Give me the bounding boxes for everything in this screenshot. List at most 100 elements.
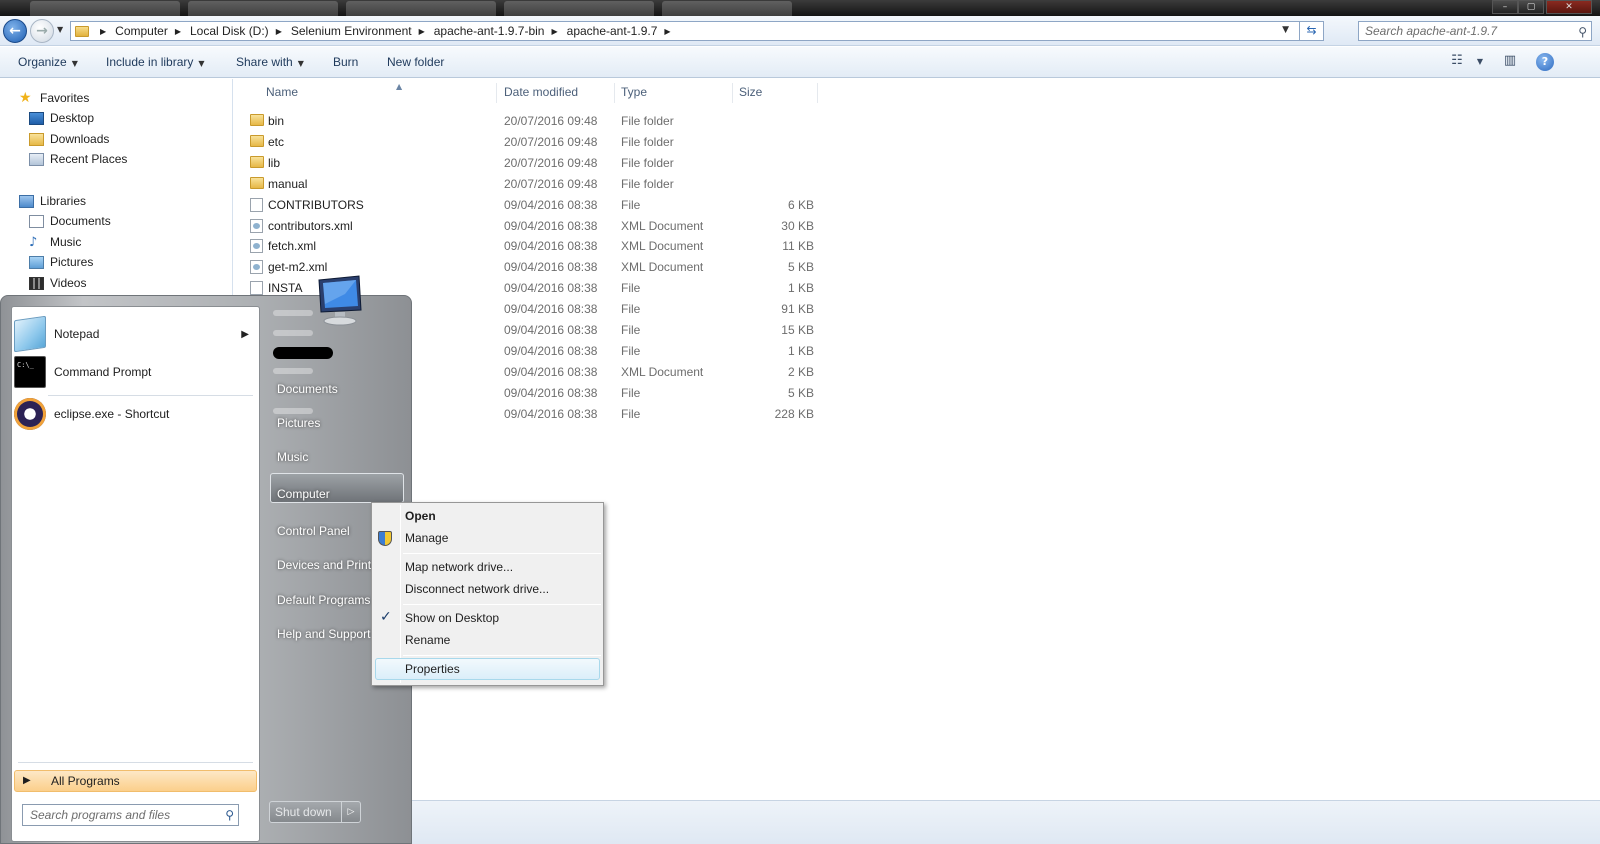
- column-divider[interactable]: [732, 83, 733, 103]
- breadcrumb-separator-icon[interactable]: ▶: [664, 27, 670, 36]
- breadcrumb-selenium-environment[interactable]: Selenium Environment: [291, 24, 412, 38]
- column-header-size[interactable]: Size: [739, 85, 762, 107]
- organize-button[interactable]: Organize ▼: [18, 55, 78, 69]
- all-programs-button[interactable]: ▶ All Programs: [14, 770, 257, 792]
- maximize-button[interactable]: ▢: [1518, 0, 1544, 14]
- chevron-down-icon[interactable]: ▼: [1469, 57, 1491, 75]
- right-help-support[interactable]: Help and Support: [277, 627, 370, 641]
- right-computer[interactable]: Computer: [277, 487, 330, 501]
- nav-pictures[interactable]: Pictures: [29, 255, 93, 269]
- address-bar[interactable]: ▶ Computer ▶ Local Disk (D:) ▶ Selenium …: [70, 21, 1324, 41]
- background-tab: [30, 1, 180, 16]
- file-type: File: [621, 302, 641, 317]
- nav-favorites[interactable]: ★ Favorites: [19, 91, 89, 106]
- file-row[interactable]: etc 20/07/2016 09:48 File folder: [234, 132, 834, 152]
- eclipse-icon: [14, 398, 46, 430]
- program-command-prompt[interactable]: C:\_ Command Prompt: [12, 354, 259, 390]
- all-programs-label: All Programs: [51, 774, 120, 788]
- uac-shield-icon: [378, 531, 392, 546]
- right-documents[interactable]: Documents: [277, 382, 338, 396]
- column-divider[interactable]: [817, 83, 818, 103]
- program-command-prompt-label: Command Prompt: [54, 365, 152, 379]
- nav-music[interactable]: ♪ Music: [29, 235, 81, 249]
- breadcrumb-local-disk[interactable]: Local Disk (D:): [190, 24, 269, 38]
- column-divider[interactable]: [614, 83, 615, 103]
- right-default-programs[interactable]: Default Programs: [277, 593, 370, 607]
- file-row[interactable]: contributors.xml 09/04/2016 08:38 XML Docu…: [234, 216, 834, 236]
- context-menu: Open Manage Map network drive... Disconn…: [371, 502, 604, 686]
- nav-recent-places[interactable]: Recent Places: [29, 152, 127, 166]
- file-date: 09/04/2016 08:38: [504, 302, 598, 317]
- back-arrow-icon[interactable]: ←: [3, 19, 27, 43]
- context-item-open[interactable]: Open: [405, 509, 436, 523]
- breadcrumb-separator-icon[interactable]: ▶: [175, 27, 181, 36]
- window-title-bar: – ▢ ✕: [0, 0, 1600, 16]
- context-item-rename[interactable]: Rename: [405, 633, 450, 647]
- breadcrumb-apache-ant[interactable]: apache-ant-1.9.7: [567, 24, 658, 38]
- view-options-icon[interactable]: ☷: [1446, 53, 1468, 71]
- search-icon[interactable]: ⚲: [1578, 23, 1587, 41]
- recent-pages-dropdown-icon[interactable]: ▼: [57, 25, 63, 34]
- search-icon[interactable]: ⚲: [225, 805, 234, 825]
- file-date: 09/04/2016 08:38: [504, 218, 598, 233]
- forward-arrow-icon[interactable]: →: [30, 19, 54, 43]
- breadcrumb-separator-icon[interactable]: ▶: [100, 27, 106, 36]
- right-devices-printers[interactable]: Devices and Printe: [277, 558, 378, 572]
- preview-pane-icon[interactable]: ▥: [1499, 53, 1521, 71]
- close-button[interactable]: ✕: [1546, 0, 1592, 14]
- right-pictures[interactable]: Pictures: [277, 416, 320, 430]
- start-search-input[interactable]: Search programs and files ⚲: [22, 804, 239, 826]
- context-separator: [403, 604, 601, 605]
- nav-libraries[interactable]: Libraries: [19, 194, 86, 208]
- column-header-name[interactable]: Name ▲: [266, 82, 402, 107]
- file-type: XML Document: [621, 218, 704, 233]
- context-item-show-on-desktop[interactable]: Show on Desktop: [405, 611, 499, 625]
- column-header-date[interactable]: Date modified: [504, 85, 578, 107]
- address-dropdown-icon[interactable]: ▼: [1282, 25, 1289, 35]
- file-date: 20/07/2016 09:48: [504, 155, 598, 170]
- right-music[interactable]: Music: [277, 450, 308, 464]
- nav-documents[interactable]: Documents: [29, 214, 111, 228]
- right-control-panel[interactable]: Control Panel: [277, 524, 350, 538]
- sort-ascending-icon: ▲: [396, 82, 403, 91]
- context-item-manage[interactable]: Manage: [405, 531, 448, 545]
- file-name: manual: [268, 176, 308, 191]
- file-row[interactable]: manual 20/07/2016 09:48 File folder: [234, 174, 834, 194]
- breadcrumb-separator-icon[interactable]: ▶: [276, 27, 282, 36]
- xml-file-icon: [250, 260, 263, 275]
- context-item-properties[interactable]: Properties: [405, 662, 460, 676]
- nav-videos[interactable]: Videos: [29, 276, 86, 290]
- jumplist-arrow-icon[interactable]: ▶: [241, 329, 249, 340]
- file-row[interactable]: lib 20/07/2016 09:48 File folder: [234, 153, 834, 173]
- search-input[interactable]: Search apache-ant-1.9.7 ⚲: [1358, 21, 1592, 41]
- nav-desktop[interactable]: Desktop: [29, 111, 94, 125]
- breadcrumb-separator-icon[interactable]: ▶: [419, 27, 425, 36]
- breadcrumb-apache-ant-bin[interactable]: apache-ant-1.9.7-bin: [434, 24, 545, 38]
- new-folder-button[interactable]: New folder: [387, 55, 444, 69]
- context-item-disconnect-network-drive[interactable]: Disconnect network drive...: [405, 582, 549, 596]
- breadcrumb-computer[interactable]: Computer: [115, 24, 168, 38]
- shutdown-button[interactable]: Shut down: [269, 801, 349, 823]
- help-icon[interactable]: ?: [1536, 53, 1554, 71]
- nav-downloads[interactable]: Downloads: [29, 132, 109, 146]
- program-notepad[interactable]: Notepad ▶: [12, 315, 259, 353]
- search-placeholder: Search apache-ant-1.9.7: [1365, 24, 1498, 38]
- column-divider[interactable]: [496, 83, 497, 103]
- include-in-library-button[interactable]: Include in library ▼: [106, 55, 205, 69]
- xml-file-icon: [250, 239, 263, 254]
- chevron-down-icon: ▼: [297, 59, 304, 68]
- share-with-label: Share with: [236, 55, 293, 69]
- context-item-map-network-drive[interactable]: Map network drive...: [405, 560, 513, 574]
- share-with-button[interactable]: Share with ▼: [236, 55, 304, 69]
- column-header-type[interactable]: Type: [621, 85, 647, 107]
- shutdown-options-arrow-icon[interactable]: ▷: [341, 801, 361, 823]
- burn-button[interactable]: Burn: [333, 55, 358, 69]
- file-row[interactable]: CONTRIBUTORS 09/04/2016 08:38 File 6 KB: [234, 195, 834, 215]
- refresh-icon[interactable]: ⇆: [1299, 21, 1323, 41]
- program-eclipse[interactable]: eclipse.exe - Shortcut: [12, 396, 259, 432]
- file-row[interactable]: fetch.xml 09/04/2016 08:38 XML Document 11 …: [234, 236, 834, 256]
- breadcrumb-separator-icon[interactable]: ▶: [551, 27, 557, 36]
- file-row[interactable]: bin 20/07/2016 09:48 File folder: [234, 111, 834, 131]
- downloads-folder-icon: [29, 132, 44, 146]
- minimize-button[interactable]: –: [1492, 0, 1518, 14]
